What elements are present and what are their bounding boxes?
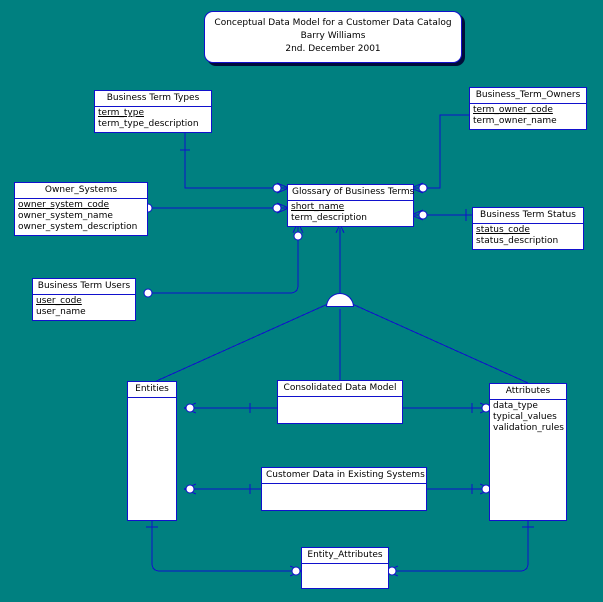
title-note-line-3: 2nd. December 2001 [285, 44, 381, 54]
entity-header: Entities [128, 382, 176, 398]
wire-term-types-to-glossary [184, 133, 275, 189]
optional-marker-glossary-left-bottom [272, 203, 282, 213]
entity-glossary-of-business-terms[interactable]: Glossary of Business Terms short_name te… [287, 184, 414, 227]
diagram-canvas: Conceptual Data Model for a Customer Dat… [0, 0, 603, 602]
entity-attribute-list: term_type term_type_description [95, 107, 211, 132]
optional-marker-glossary-right-bottom [418, 210, 428, 220]
entity-owner-systems[interactable]: Owner_Systems owner_system_code owner_sy… [14, 182, 148, 236]
entity-header: Business Term Status [473, 208, 583, 224]
entity-attribute: term_owner_code [473, 105, 553, 115]
entity-attributes[interactable]: Attributes data_type typical_values vali… [489, 383, 567, 521]
entity-header: Glossary of Business Terms [288, 185, 414, 201]
entity-attribute: user_name [36, 307, 86, 317]
entity-attribute-list: short_name term_description [288, 201, 413, 226]
entity-header: Customer Data in Existing Systems [262, 468, 426, 484]
entity-attribute: status_code [476, 225, 530, 235]
wire-hub-to-attributes [349, 302, 529, 384]
entity-attribute: term_type [98, 108, 144, 118]
title-note: Conceptual Data Model for a Customer Dat… [204, 11, 462, 63]
entity-header: Consolidated Data Model [278, 381, 402, 397]
entity-attribute: status_description [476, 236, 559, 246]
wire-entities-to-entity-attributes [151, 521, 296, 572]
optional-marker-glossary-left-top [272, 183, 282, 193]
title-note-line-2: Barry Williams [300, 31, 366, 41]
wire-term-users-to-glossary [152, 228, 299, 294]
entity-attribute: term_description [291, 213, 367, 223]
entity-attribute: owner_system_code [18, 200, 110, 210]
entity-business-term-users[interactable]: Business Term Users user_code user_name [32, 278, 136, 321]
entity-business-term-owners[interactable]: Business_Term_Owners term_owner_code ter… [469, 87, 587, 130]
wire-hub-to-entities [151, 302, 331, 384]
entity-header: Entity_Attributes [302, 548, 388, 564]
entity-header: Owner_Systems [15, 183, 147, 199]
entity-attribute: typical_values [493, 412, 557, 422]
optional-marker-entities-consolidated [185, 403, 195, 413]
entity-attribute: short_name [291, 202, 345, 212]
optional-marker-entities-customer-data [185, 484, 195, 494]
wire-term-owners-to-glossary [425, 114, 470, 189]
entity-attribute-list: user_code user_name [33, 295, 135, 320]
entity-attribute-list: data_type typical_values validation_rule… [490, 400, 566, 436]
entity-entities[interactable]: Entities [127, 381, 177, 521]
entity-header: Business_Term_Owners [470, 88, 586, 104]
entity-attribute: term_owner_name [473, 116, 557, 126]
title-note-line-1: Conceptual Data Model for a Customer Dat… [214, 18, 452, 28]
entity-attribute: term_type_description [98, 119, 199, 129]
optional-marker-entity-attributes-left [291, 566, 301, 576]
optional-marker-glossary-bottom [293, 231, 303, 241]
entity-business-term-status[interactable]: Business Term Status status_code status_… [472, 207, 584, 250]
optional-marker-entity-attributes-right [387, 566, 397, 576]
optional-marker-term-users [143, 288, 153, 298]
entity-attribute-list: status_code status_description [473, 224, 583, 249]
entity-attribute: owner_system_name [18, 211, 113, 221]
entity-attribute-list: owner_system_code owner_system_name owne… [15, 199, 147, 235]
entity-consolidated-data-model[interactable]: Consolidated Data Model [277, 380, 403, 424]
entity-attribute: user_code [36, 296, 82, 306]
entity-attribute: data_type [493, 401, 538, 411]
entity-header: Attributes [490, 384, 566, 400]
entity-attribute-list: term_owner_code term_owner_name [470, 104, 586, 129]
wire-attributes-to-entity-attributes [392, 521, 529, 572]
entity-attribute: owner_system_description [18, 222, 138, 232]
entity-attribute: validation_rules [493, 423, 564, 433]
entity-entity-attributes[interactable]: Entity_Attributes [301, 547, 389, 589]
entity-header: Business Term Types [95, 91, 211, 107]
entity-header: Business Term Users [33, 279, 135, 295]
optional-marker-glossary-right-top [418, 183, 428, 193]
entity-customer-data-in-existing-systems[interactable]: Customer Data in Existing Systems [261, 467, 427, 511]
entity-business-term-types[interactable]: Business Term Types term_type term_type_… [94, 90, 212, 133]
